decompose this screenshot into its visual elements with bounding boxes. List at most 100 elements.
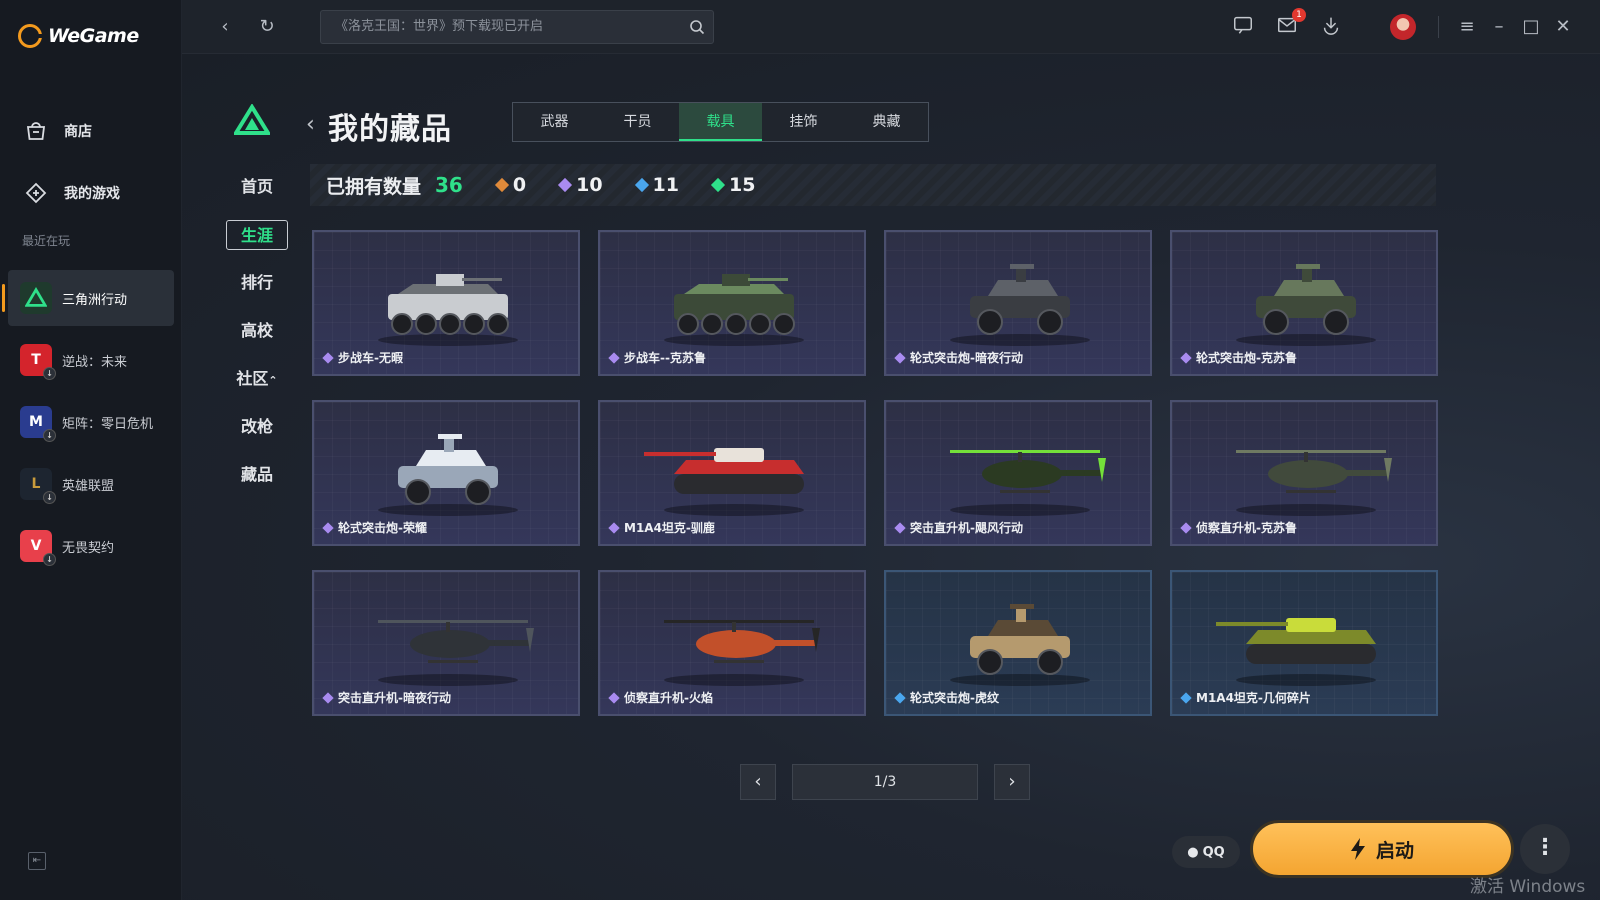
rarity-gem-icon (894, 351, 906, 364)
rarity-gem-icon (322, 691, 334, 704)
collection-card[interactable]: 轮式突击炮-虎纹 (884, 570, 1152, 716)
collection-card-name: 突击直升机-飓风行动 (894, 519, 1023, 536)
subnav-college[interactable]: 高校 (222, 316, 292, 346)
collection-card[interactable]: 侦察直升机-火焰 (598, 570, 866, 716)
download-icon: ↓ (43, 429, 56, 442)
rarity-gem-icon (1180, 521, 1192, 534)
tab-weapons[interactable]: 武器 (513, 103, 596, 141)
chat-icon[interactable] (1230, 14, 1256, 40)
recent-game-matrix[interactable]: M ↓ 矩阵：零日危机 (8, 394, 174, 450)
page-indicator: 1/3 (792, 764, 978, 800)
nizhan-icon: T ↓ (20, 344, 56, 380)
qq-penguin-icon: ● (1187, 844, 1199, 860)
maximize-icon[interactable]: □ (1518, 14, 1544, 40)
collection-card[interactable]: 轮式突击炮-暗夜行动 (884, 230, 1152, 376)
main-nav: 商店 我的游戏 (0, 100, 182, 224)
search-placeholder: 《洛克王国：世界》预下载现已开启 (335, 19, 544, 34)
subnav-ranking[interactable]: 排行 (222, 268, 292, 298)
user-avatar[interactable] (1390, 14, 1416, 40)
collection-tabs: 武器 干员 载具 挂饰 典藏 (512, 102, 929, 142)
collection-card[interactable]: 突击直升机-暗夜行动 (312, 570, 580, 716)
vehicle-image (1236, 450, 1392, 516)
wegame-logo[interactable]: WeGame (18, 24, 139, 48)
launch-button[interactable]: 启动 (1250, 820, 1514, 878)
recent-game-nizhan[interactable]: T ↓ 逆战：未来 (8, 332, 174, 388)
rarity-count-value: 11 (652, 174, 679, 196)
collection-card[interactable]: 轮式突击炮-荣耀 (312, 400, 580, 546)
vehicle-image (378, 434, 518, 516)
tab-vehicles[interactable]: 载具 (679, 103, 762, 141)
subnav-community[interactable]: 社区⌃ (222, 364, 292, 394)
collapse-sidebar-icon[interactable]: ⇤ (28, 852, 46, 870)
subnav-gunsmith[interactable]: 改枪 (222, 412, 292, 442)
collection-card[interactable]: M1A4坦克-驯鹿 (598, 400, 866, 546)
recent-game-lol[interactable]: L ↓ 英雄联盟 (8, 456, 174, 512)
mail-icon[interactable]: 1 (1274, 8, 1306, 40)
vehicle-image (1216, 618, 1376, 686)
collection-card-label: 突击直升机-飓风行动 (910, 521, 1023, 535)
app-name: WeGame (48, 25, 139, 47)
next-page-button[interactable]: › (994, 764, 1030, 800)
refresh-icon[interactable]: ↻ (254, 14, 280, 40)
rarity-count-value: 15 (729, 174, 756, 196)
minimize-icon[interactable]: – (1486, 14, 1512, 40)
collection-card-name: 突击直升机-暗夜行动 (322, 689, 451, 706)
rarity-gem-icon (608, 691, 620, 704)
collection-card[interactable]: M1A4坦克-几何碎片 (1170, 570, 1438, 716)
prev-page-button[interactable]: ‹ (740, 764, 776, 800)
rarity-gem-icon (1180, 351, 1192, 364)
pagination: ‹ 1/3 › (740, 764, 1030, 800)
chevron-up-icon: ⌃ (268, 374, 278, 387)
purple-gem-icon (558, 177, 573, 193)
download-icon: ↓ (43, 553, 56, 566)
tab-charms[interactable]: 挂饰 (762, 103, 845, 141)
download-icon: ↓ (43, 367, 56, 380)
qq-button[interactable]: ● QQ (1172, 836, 1240, 868)
search-icon[interactable] (689, 19, 705, 35)
collection-card-label: 侦察直升机-克苏鲁 (1196, 521, 1297, 535)
rarity-gem-icon (608, 521, 620, 534)
mail-badge: 1 (1292, 8, 1306, 22)
launch-label: 启动 (1375, 839, 1414, 862)
search-input[interactable]: 《洛克王国：世界》预下载现已开启 (320, 10, 714, 44)
nav-item-store[interactable]: 商店 (0, 100, 182, 162)
download-manager-icon[interactable] (1318, 14, 1344, 40)
tab-operators[interactable]: 干员 (596, 103, 679, 141)
more-options-button[interactable]: ⋮ (1520, 824, 1570, 874)
collection-card[interactable]: 轮式突击炮-克苏鲁 (1170, 230, 1438, 376)
collection-card[interactable]: 突击直升机-飓风行动 (884, 400, 1152, 546)
rarity-count-purple: 10 (558, 174, 603, 196)
rarity-gem-icon (322, 351, 334, 364)
subnav-career[interactable]: 生涯 (226, 220, 288, 250)
subnav-community-label: 社区 (236, 369, 269, 388)
rarity-gem-icon (608, 351, 620, 364)
menu-icon[interactable]: ≡ (1454, 14, 1480, 40)
download-icon: ↓ (43, 491, 56, 504)
collection-card[interactable]: 步战车-无暇 (312, 230, 580, 376)
collection-back-icon[interactable]: ‹ (306, 112, 315, 137)
collection-card-label: 突击直升机-暗夜行动 (338, 691, 451, 705)
tab-collectibles[interactable]: 典藏 (845, 103, 928, 141)
close-icon[interactable]: ✕ (1550, 14, 1576, 40)
collection-card-label: 步战车--克苏鲁 (624, 351, 706, 365)
wegame-logo-icon (18, 24, 43, 48)
recent-game-valorant[interactable]: V ↓ 无畏契约 (8, 518, 174, 574)
rarity-gem-icon (322, 521, 334, 534)
lol-icon: L ↓ (20, 468, 56, 504)
collection-card[interactable]: 步战车--克苏鲁 (598, 230, 866, 376)
collection-card[interactable]: 侦察直升机-克苏鲁 (1170, 400, 1438, 546)
subnav-collection[interactable]: 藏品 (222, 460, 292, 490)
subnav-home[interactable]: 首页 (222, 172, 292, 202)
collection-card-label: M1A4坦克-驯鹿 (624, 521, 715, 535)
delta-force-logo-icon[interactable] (234, 104, 270, 136)
store-icon (26, 122, 46, 140)
owned-label: 已拥有数量 (326, 175, 422, 198)
nav-item-my-games[interactable]: 我的游戏 (0, 162, 182, 224)
back-icon[interactable]: ‹ (212, 14, 238, 40)
recent-game-label: 逆战：未来 (62, 354, 128, 370)
vehicle-image (664, 620, 820, 686)
recent-game-delta-force[interactable]: 三角洲行动 (2, 270, 174, 326)
rarity-gem-icon (894, 691, 906, 704)
nav-item-store-label: 商店 (64, 124, 92, 140)
matrix-icon: M ↓ (20, 406, 56, 442)
